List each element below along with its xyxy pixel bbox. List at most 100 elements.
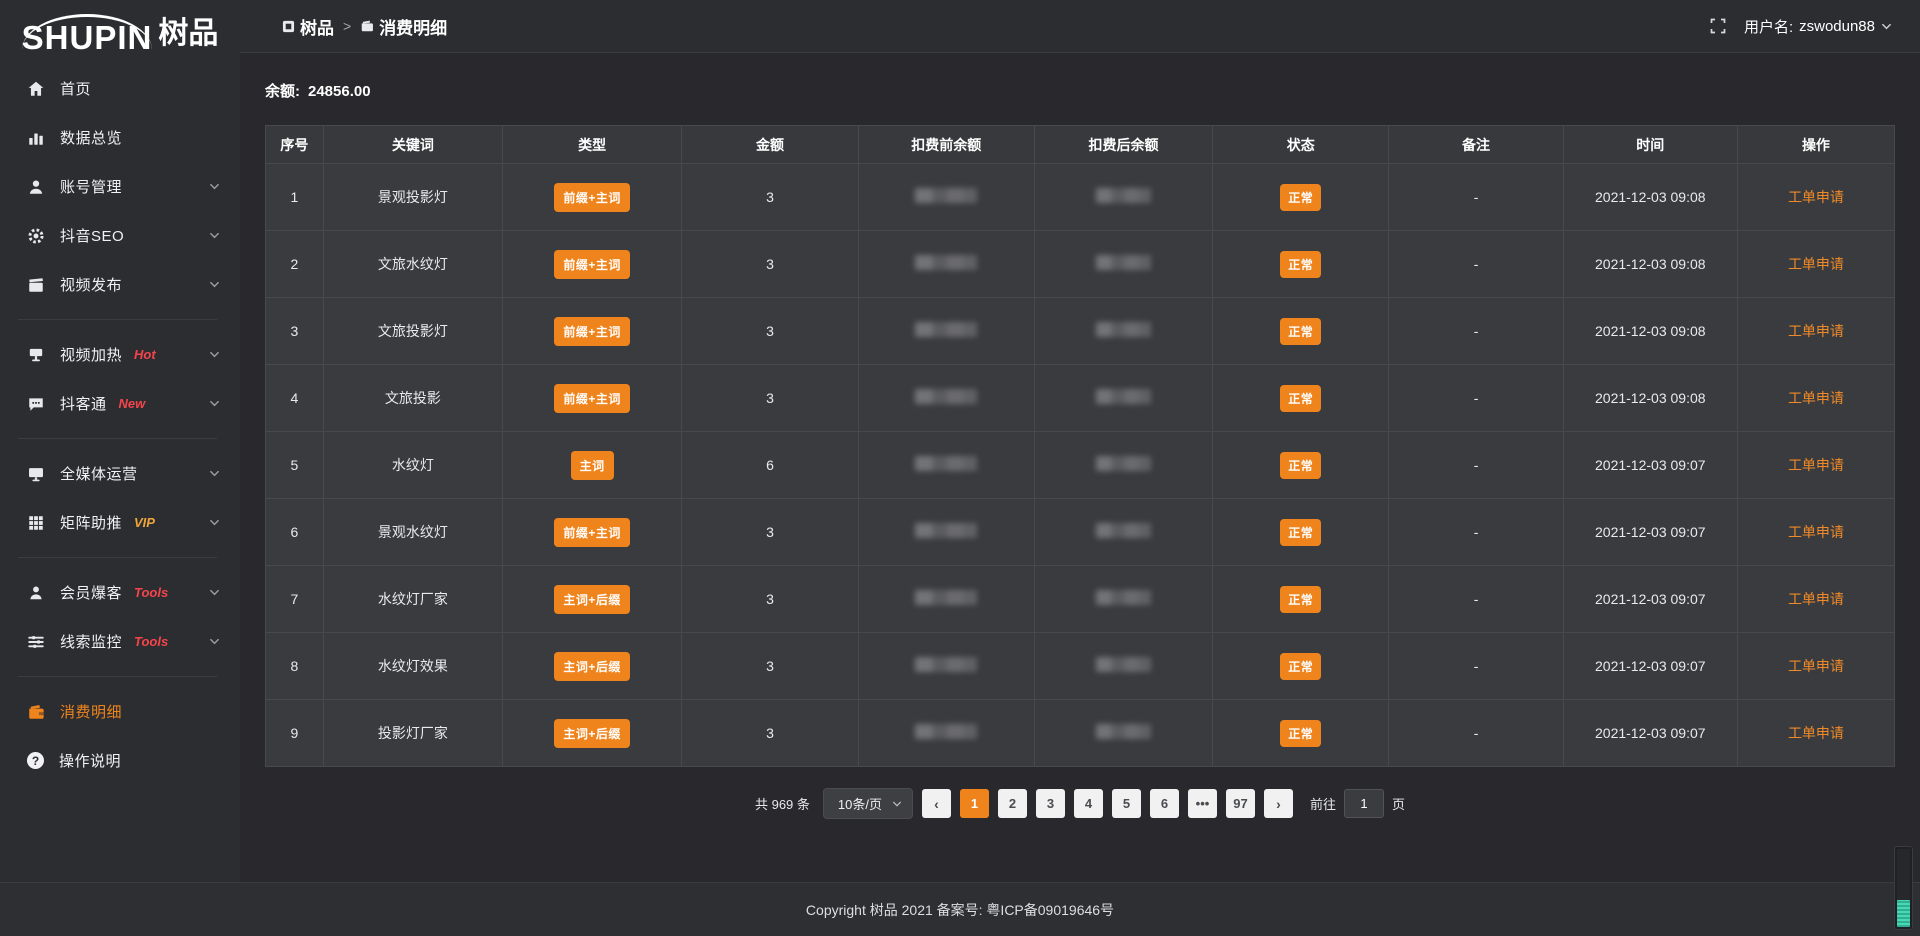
sidebar-item-label: 会员爆客 (60, 582, 122, 603)
page-button-4[interactable]: 4 (1074, 789, 1103, 818)
page-button-1[interactable]: 1 (960, 789, 989, 818)
redacted-value (1096, 657, 1151, 672)
redacted-value (915, 523, 977, 538)
cell-index: 7 (266, 566, 324, 633)
balance-row: 余额:24856.00 (265, 80, 1895, 101)
scrollbar[interactable] (1894, 846, 1913, 930)
status-badge: 正常 (1280, 653, 1321, 680)
sidebar-item-seo[interactable]: 抖音SEO (0, 211, 240, 260)
breadcrumb-home[interactable]: 树品 (282, 14, 334, 39)
work-order-link[interactable]: 工单申请 (1788, 390, 1844, 406)
sidebar-item-video-publish[interactable]: 视频发布 (0, 260, 240, 309)
consumption-table: 序号 关键词 类型 金额 扣费前余额 扣费后余额 状态 备注 时间 操作 1 景… (265, 125, 1895, 767)
cell-type: 前缀+主词 (503, 298, 682, 365)
goto-label: 前往 (1310, 794, 1336, 813)
redacted-value (915, 389, 977, 404)
work-order-link[interactable]: 工单申请 (1788, 658, 1844, 674)
redacted-value (915, 255, 977, 270)
work-order-link[interactable]: 工单申请 (1788, 591, 1844, 607)
cell-keyword: 文旅投影 (323, 365, 502, 432)
cell-amount: 3 (682, 164, 858, 231)
sidebar-item-member-burst[interactable]: 会员爆客 Tools (0, 568, 240, 617)
sidebar-item-label: 账号管理 (60, 176, 122, 197)
sidebar-divider (18, 676, 217, 677)
user-menu[interactable]: 用户名: zswodun88 (1744, 16, 1892, 37)
cell-status: 正常 (1213, 365, 1389, 432)
col-header-action: 操作 (1737, 126, 1894, 164)
cell-type: 主词+后缀 (503, 566, 682, 633)
sidebar-item-instructions[interactable]: ? 操作说明 (0, 736, 240, 785)
cell-action: 工单申请 (1737, 365, 1894, 432)
next-page-button[interactable]: › (1264, 789, 1293, 818)
table-row: 8 水纹灯效果 主词+后缀 3 正常 - 2021-12-03 09:07 工单… (266, 633, 1895, 700)
page-button-5[interactable]: 5 (1112, 789, 1141, 818)
work-order-link[interactable]: 工单申请 (1788, 189, 1844, 205)
page-button-6[interactable]: 6 (1150, 789, 1179, 818)
screen-icon (27, 346, 45, 364)
status-badge: 正常 (1280, 251, 1321, 278)
sidebar-item-home[interactable]: 首页 (0, 64, 240, 113)
sidebar-item-label: 消费明细 (60, 701, 122, 722)
cell-remark: - (1389, 700, 1563, 767)
sidebar-item-lead-monitor[interactable]: 线索监控 Tools (0, 617, 240, 666)
type-badge: 前缀+主词 (554, 183, 630, 212)
cell-amount: 3 (682, 700, 858, 767)
cell-time: 2021-12-03 09:08 (1563, 231, 1737, 298)
redacted-value (1096, 255, 1151, 270)
cell-status: 正常 (1213, 633, 1389, 700)
page-button-3[interactable]: 3 (1036, 789, 1065, 818)
table-header-row: 序号 关键词 类型 金额 扣费前余额 扣费后余额 状态 备注 时间 操作 (266, 126, 1895, 164)
sidebar-item-label: 视频加热 (60, 344, 122, 365)
col-header-remark: 备注 (1389, 126, 1563, 164)
type-badge: 前缀+主词 (554, 384, 630, 413)
work-order-link[interactable]: 工单申请 (1788, 256, 1844, 272)
col-header-balance-before: 扣费前余额 (858, 126, 1034, 164)
redacted-value (1096, 456, 1151, 471)
prev-page-button[interactable]: ‹ (922, 789, 951, 818)
cell-action: 工单申请 (1737, 700, 1894, 767)
redacted-value (915, 188, 977, 203)
cell-keyword: 景观水纹灯 (323, 499, 502, 566)
sidebar-item-media-ops[interactable]: 全媒体运营 (0, 449, 240, 498)
redacted-value (915, 657, 977, 672)
sidebar-item-consumption-detail[interactable]: 消费明细 (0, 687, 240, 736)
chevron-down-icon (209, 517, 220, 528)
scrollbar-track[interactable] (1897, 849, 1910, 927)
goto-page: 前往 页 (1310, 789, 1405, 818)
sidebar-item-video-heat[interactable]: 视频加热 Hot (0, 330, 240, 379)
scrollbar-thumb[interactable] (1897, 900, 1910, 927)
goto-page-input[interactable] (1344, 789, 1384, 818)
col-header-amount: 金额 (682, 126, 858, 164)
page-button-2[interactable]: 2 (998, 789, 1027, 818)
sidebar: SHUPIN 树品 首页 数据总览 账号管理 抖音SEO 视频发布 (0, 0, 240, 936)
work-order-link[interactable]: 工单申请 (1788, 524, 1844, 540)
page-size-select[interactable]: 10条/页 (823, 788, 913, 819)
sidebar-item-label: 抖音SEO (60, 225, 124, 246)
page-button-97[interactable]: 97 (1226, 789, 1255, 818)
work-order-link[interactable]: 工单申请 (1788, 725, 1844, 741)
cell-action: 工单申请 (1737, 633, 1894, 700)
work-order-link[interactable]: 工单申请 (1788, 457, 1844, 473)
table-row: 2 文旅水纹灯 前缀+主词 3 正常 - 2021-12-03 09:08 工单… (266, 231, 1895, 298)
cell-time: 2021-12-03 09:07 (1563, 633, 1737, 700)
sidebar-item-data-overview[interactable]: 数据总览 (0, 113, 240, 162)
sidebar-divider (18, 319, 217, 320)
sidebar-item-matrix-boost[interactable]: 矩阵助推 VIP (0, 498, 240, 547)
work-order-link[interactable]: 工单申请 (1788, 323, 1844, 339)
chevron-down-icon (209, 636, 220, 647)
fullscreen-icon[interactable] (1710, 18, 1726, 34)
cell-action: 工单申请 (1737, 164, 1894, 231)
table-row: 3 文旅投影灯 前缀+主词 3 正常 - 2021-12-03 09:08 工单… (266, 298, 1895, 365)
table-row: 1 景观投影灯 前缀+主词 3 正常 - 2021-12-03 09:08 工单… (266, 164, 1895, 231)
type-badge: 主词+后缀 (554, 585, 630, 614)
wallet-icon (360, 19, 374, 33)
goto-suffix: 页 (1392, 794, 1405, 813)
footer: Copyright 树品 2021 备案号: 粤ICP备09019646号 (0, 882, 1920, 936)
cell-time: 2021-12-03 09:07 (1563, 700, 1737, 767)
cell-index: 1 (266, 164, 324, 231)
sliders-icon (27, 633, 45, 651)
sidebar-item-account[interactable]: 账号管理 (0, 162, 240, 211)
page-ellipsis-button[interactable]: ••• (1188, 789, 1217, 818)
sidebar-item-doukutong[interactable]: 抖客通 New (0, 379, 240, 428)
cell-remark: - (1389, 566, 1563, 633)
